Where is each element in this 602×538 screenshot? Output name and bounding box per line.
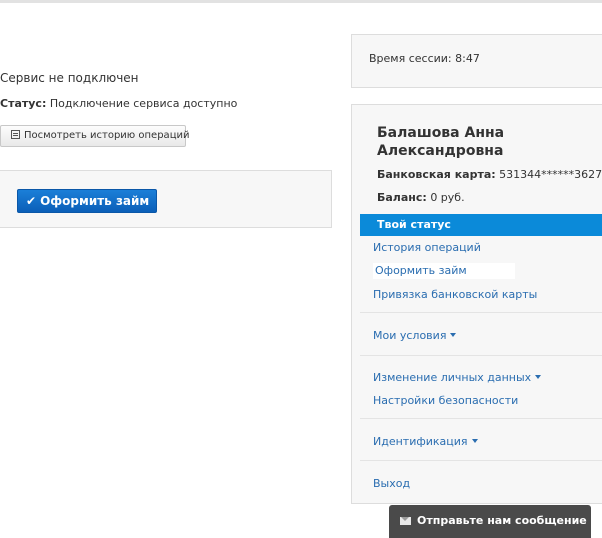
top-border <box>0 0 602 3</box>
checkmark-icon: ✔ <box>26 194 37 208</box>
nav-item-identification[interactable]: Идентификация <box>373 435 478 448</box>
caret-down-icon <box>471 439 478 443</box>
nav-item-logout[interactable]: Выход <box>373 477 410 490</box>
session-label: Время сессии: <box>369 52 452 65</box>
view-history-button[interactable]: Посмотреть историю операций <box>0 125 190 147</box>
apply-loan-button[interactable]: ✔ Оформить займ <box>17 189 157 213</box>
balance-label: Баланс: <box>377 191 427 204</box>
status-value: Подключение сервиса доступно <box>49 97 238 110</box>
service-status-text: Сервис не подключен <box>0 71 139 85</box>
apply-loan-label: Оформить займ <box>40 194 150 208</box>
nav-divider <box>360 418 602 419</box>
loan-panel: ✔ Оформить займ <box>0 170 332 228</box>
nav-item-status[interactable]: Твой статус <box>360 214 602 236</box>
caret-down-icon <box>450 333 457 337</box>
nav-item-apply-loan[interactable]: Оформить займ <box>373 263 515 279</box>
list-icon <box>11 130 20 139</box>
service-status-line: Статус: Подключение сервиса доступно <box>0 97 237 110</box>
balance-line: Баланс: 0 руб. <box>377 191 465 204</box>
balance-value: 0 руб. <box>430 191 465 204</box>
profile-panel: Балашова Анна Александровна Банковская к… <box>351 104 602 504</box>
nav-divider <box>360 460 602 461</box>
session-panel: Время сессии: 8:47 <box>351 34 602 88</box>
send-message-label: Отправьте нам сообщение <box>417 514 587 527</box>
nav-item-identification-label: Идентификация <box>373 435 468 448</box>
status-label: Статус: <box>0 97 47 110</box>
nav-item-personal-data[interactable]: Изменение личных данных <box>373 371 542 384</box>
bank-card-label: Банковская карта: <box>377 168 496 181</box>
bank-card-number: 531344******3627 <box>499 168 602 181</box>
envelope-icon <box>400 517 411 525</box>
view-history-label: Посмотреть историю операций <box>24 130 190 141</box>
nav-item-security[interactable]: Настройки безопасности <box>373 394 518 407</box>
user-name: Балашова Анна Александровна <box>377 125 505 159</box>
nav-divider <box>360 312 602 313</box>
caret-down-icon <box>535 375 542 379</box>
session-time: 8:47 <box>455 52 480 65</box>
nav-item-my-terms[interactable]: Мои условия <box>373 329 457 342</box>
nav-item-my-terms-label: Мои условия <box>373 329 447 342</box>
nav-item-personal-data-label: Изменение личных данных <box>373 371 532 384</box>
bank-card-line: Банковская карта: 531344******3627 <box>377 168 602 181</box>
nav-item-history[interactable]: История операций <box>373 241 481 254</box>
send-message-button[interactable]: Отправьте нам сообщение <box>389 505 591 538</box>
nav-item-bank-card[interactable]: Привязка банковской карты <box>373 288 537 301</box>
nav-divider <box>360 355 602 356</box>
